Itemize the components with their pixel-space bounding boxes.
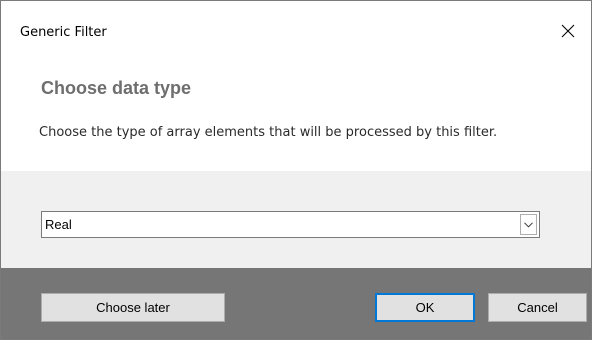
data-type-select-value: Real	[45, 217, 72, 232]
button-bar: Choose later OK Cancel	[1, 268, 591, 339]
page-heading: Choose data type	[41, 78, 192, 98]
data-type-select[interactable]: Real	[41, 211, 540, 238]
window-title: Generic Filter	[20, 25, 107, 40]
ok-button[interactable]: OK	[375, 293, 475, 322]
dropdown-button[interactable]	[520, 214, 537, 235]
title-bar: Generic Filter	[1, 1, 591, 63]
close-icon	[561, 24, 575, 38]
dialog-window: Generic Filter Choose data type Choose t…	[0, 0, 592, 340]
page-description: Choose the type of array elements that w…	[39, 125, 498, 140]
choose-later-button[interactable]: Choose later	[41, 293, 225, 322]
content-area: Real	[1, 171, 591, 268]
cancel-button[interactable]: Cancel	[488, 293, 587, 322]
chevron-down-icon	[524, 221, 533, 228]
header-area: Choose data type Choose the type of arra…	[1, 63, 591, 171]
close-button[interactable]	[545, 15, 591, 47]
